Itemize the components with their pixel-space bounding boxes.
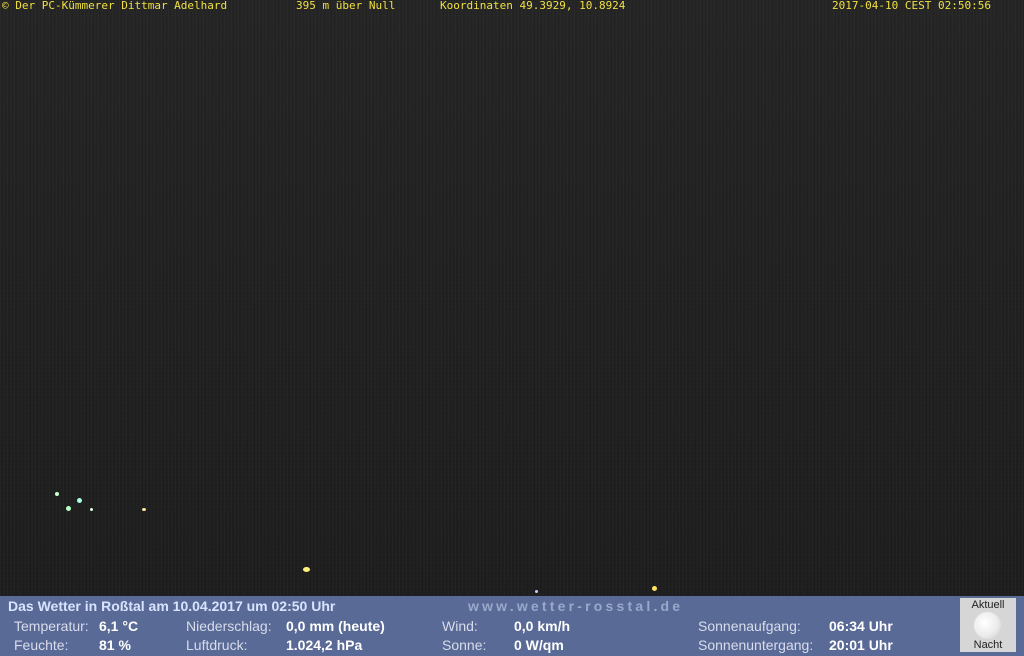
light-point bbox=[652, 586, 657, 591]
temperature-value: 6,1 °C bbox=[99, 618, 139, 634]
sunrise-value: 06:34 Uhr bbox=[829, 618, 893, 634]
pressure-label: Luftdruck: bbox=[186, 637, 248, 653]
sunrise-label: Sonnenaufgang: bbox=[698, 618, 801, 634]
precipitation-label: Niederschlag: bbox=[186, 618, 272, 634]
sunset-label: Sonnenuntergang: bbox=[698, 637, 814, 653]
light-point bbox=[142, 508, 146, 511]
wind-value: 0,0 km/h bbox=[514, 618, 571, 634]
wind-label: Wind: bbox=[442, 618, 478, 634]
light-point bbox=[90, 508, 93, 511]
webcam-image bbox=[0, 0, 1024, 596]
light-point bbox=[303, 567, 310, 572]
moon-top-label: Aktuell bbox=[971, 599, 1005, 611]
humidity-value: 81 % bbox=[99, 637, 131, 653]
website-link[interactable]: www.wetter-rosstal.de bbox=[468, 598, 683, 614]
camera-overlay-bar: © Der PC-Kümmerer Dittmar Adelhard 395 m… bbox=[0, 0, 1024, 12]
light-point bbox=[77, 498, 82, 503]
moon-icon bbox=[974, 612, 1001, 639]
coordinates-text: Koordinaten 49.3929, 10.8924 bbox=[440, 0, 626, 12]
weather-title: Das Wetter in Roßtal am 10.04.2017 um 02… bbox=[8, 598, 336, 614]
timestamp-text: 2017-04-10 CEST 02:50:56 bbox=[832, 0, 991, 12]
light-point bbox=[66, 506, 71, 511]
altitude-text: 395 m über Null bbox=[296, 0, 396, 12]
sun-label: Sonne: bbox=[442, 637, 487, 653]
moon-bottom-label: Nacht bbox=[973, 639, 1003, 651]
light-point bbox=[535, 590, 538, 593]
copyright-text: © Der PC-Kümmerer Dittmar Adelhard bbox=[2, 0, 228, 12]
precipitation-value: 0,0 mm (heute) bbox=[286, 618, 385, 634]
humidity-label: Feuchte: bbox=[14, 637, 69, 653]
pressure-value: 1.024,2 hPa bbox=[286, 637, 363, 653]
light-point bbox=[55, 492, 59, 496]
moon-phase-box: Aktuell Nacht bbox=[960, 598, 1016, 652]
sun-value: 0 W/qm bbox=[514, 637, 564, 653]
weather-panel: Das Wetter in Roßtal am 10.04.2017 um 02… bbox=[0, 596, 1024, 656]
temperature-label: Temperatur: bbox=[14, 618, 89, 634]
sunset-value: 20:01 Uhr bbox=[829, 637, 893, 653]
